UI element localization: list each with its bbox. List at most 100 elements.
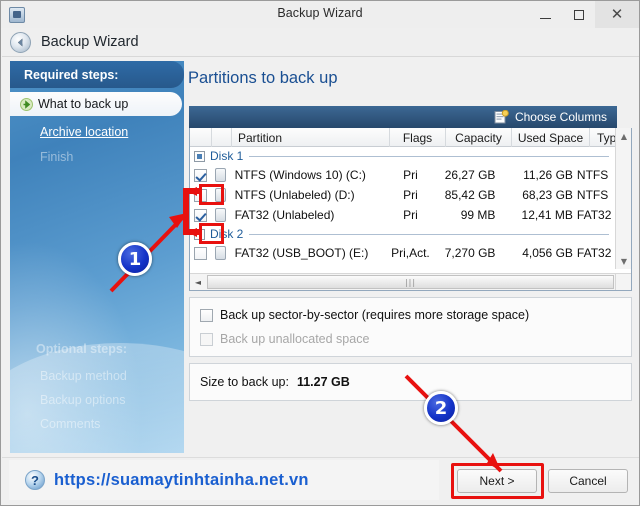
cell-used-space: 68,23 GB xyxy=(522,188,573,202)
minimize-icon xyxy=(540,17,551,19)
unallocated-space-checkbox xyxy=(200,332,213,346)
cell-used-space: 12,41 MB xyxy=(521,208,573,222)
disk-checkbox-icon[interactable] xyxy=(194,150,205,162)
help-icon[interactable]: ? xyxy=(25,470,45,490)
sidebar-item-archive-location[interactable]: Archive location xyxy=(10,120,182,144)
cancel-button[interactable]: Cancel xyxy=(548,469,628,493)
option-sector-by-sector[interactable]: Back up sector-by-sector (requires more … xyxy=(190,303,631,327)
cell-partition: NTFS (Unlabeled) (D:) xyxy=(234,188,355,202)
row-checkbox-cell[interactable] xyxy=(190,243,211,263)
choose-columns-button[interactable]: Choose Columns xyxy=(494,110,607,124)
option-label: Back up sector-by-sector (requires more … xyxy=(220,308,530,322)
columns-icon xyxy=(494,110,509,124)
table-row[interactable]: NTFS (Windows 10) (C:) Pri 26,27 GB 11,2… xyxy=(190,165,631,185)
sidebar-item-backup-options: Backup options xyxy=(10,388,182,412)
wizard-header: Backup Wizard xyxy=(2,28,639,57)
watermark-url: ? https://suamaytinhtainha.net.vn xyxy=(9,460,439,500)
group-rule xyxy=(249,233,610,235)
disk-group-label: Disk 1 xyxy=(210,149,244,163)
scroll-down-icon[interactable]: ▼ xyxy=(616,253,632,269)
annotation-badge-2: 2 xyxy=(424,391,458,425)
cell-capacity: 7,270 GB xyxy=(444,246,496,260)
table-row[interactable]: FAT32 (Unlabeled) Pri 99 MB 12,41 MB FAT… xyxy=(190,205,631,225)
sidebar-item-backup-method: Backup method xyxy=(10,364,182,388)
sidebar-item-comments: Comments xyxy=(10,412,182,436)
size-summary: Size to back up: 11.27 GB xyxy=(189,363,632,401)
cell-partition: FAT32 (USB_BOOT) (E:) xyxy=(234,246,369,260)
column-header-capacity[interactable]: Capacity xyxy=(446,128,512,147)
sidebar-item-finish: Finish xyxy=(10,145,182,169)
optional-steps-header: Optional steps: xyxy=(36,342,127,356)
size-label: Size to back up: xyxy=(200,375,289,389)
disk-group-header[interactable]: Disk 1 ▲ xyxy=(190,147,631,165)
choose-columns-bar: Choose Columns xyxy=(189,106,617,128)
back-arrow-icon[interactable] xyxy=(10,31,31,53)
size-value: 11.27 GB xyxy=(296,375,350,389)
partition-icon-cell xyxy=(211,205,230,225)
sidebar-item-label: Backup method xyxy=(40,369,127,383)
option-unallocated-space: Back up unallocated space xyxy=(190,327,631,351)
partition-icon-cell xyxy=(211,243,230,263)
cell-used-space: 4,056 GB xyxy=(522,246,573,260)
title-bar: Backup Wizard ✕ xyxy=(1,1,639,28)
scroll-up-icon[interactable]: ▲ xyxy=(616,128,632,144)
column-header-flags[interactable]: Flags xyxy=(390,128,446,147)
sidebar-item-label: Finish xyxy=(40,150,74,164)
table-row[interactable]: FAT32 (USB_BOOT) (E:) Pri,Act. 7,270 GB … xyxy=(190,243,631,263)
row-checkbox-cell[interactable] xyxy=(190,165,211,185)
partitions-table: Partition Flags Capacity Used Space Type… xyxy=(189,128,632,291)
sidebar-item-what-to-back-up[interactable]: What to back up xyxy=(10,92,182,116)
sidebar-item-label: Backup options xyxy=(40,393,126,407)
row-checkbox-cell[interactable] xyxy=(190,205,211,225)
column-header-checkbox[interactable] xyxy=(190,128,212,147)
maximize-button[interactable] xyxy=(562,1,595,28)
scroll-left-icon[interactable]: ◄ xyxy=(190,274,206,290)
close-icon: ✕ xyxy=(610,5,624,23)
group-rule xyxy=(249,155,610,157)
green-arrow-icon xyxy=(20,97,33,111)
column-header-partition[interactable]: Partition xyxy=(232,128,390,147)
cell-flags: Pri xyxy=(403,168,418,182)
table-header-row: Partition Flags Capacity Used Space Type xyxy=(190,128,631,147)
choose-columns-label: Choose Columns xyxy=(514,110,607,124)
sector-by-sector-checkbox[interactable] xyxy=(200,308,213,322)
column-header-used-space[interactable]: Used Space xyxy=(512,128,590,147)
row-checkbox[interactable] xyxy=(194,246,208,260)
partition-icon xyxy=(215,246,227,260)
url-text: https://suamaytinhtainha.net.vn xyxy=(54,470,309,489)
backup-wizard-window: Backup Wizard ✕ Backup Wizard Required s… xyxy=(0,0,640,506)
window-body: Required steps: What to back up Archive … xyxy=(2,57,639,457)
table-row[interactable]: NTFS (Unlabeled) (D:) Pri 85,42 GB 68,23… xyxy=(190,185,631,205)
cell-flags: Pri,Act. xyxy=(391,246,430,260)
sidebar-item-label: What to back up xyxy=(38,97,129,111)
annotation-badge-1: 1 xyxy=(118,242,152,276)
sidebar-item-label: Comments xyxy=(40,417,101,431)
backup-options-group: Back up sector-by-sector (requires more … xyxy=(189,297,632,357)
partition-icon xyxy=(215,168,227,182)
cell-flags: Pri xyxy=(403,208,418,222)
table-body: Disk 1 ▲ NTFS (Windows 10) (C:) Pri 26,2… xyxy=(190,147,631,267)
cell-capacity: 85,42 GB xyxy=(444,188,496,202)
main-panel: Partitions to back up Choose Columns Par… xyxy=(188,57,632,453)
hscroll-thumb[interactable]: ||| xyxy=(207,275,614,289)
window-controls: ✕ xyxy=(529,1,639,28)
cell-flags: Pri xyxy=(403,188,418,202)
partition-icon-cell xyxy=(211,165,230,185)
horizontal-scrollbar[interactable]: ◄ ||| ► xyxy=(190,273,631,290)
scrollbar-corner xyxy=(615,273,631,290)
close-button[interactable]: ✕ xyxy=(595,1,639,28)
column-header-icon[interactable] xyxy=(212,128,232,147)
next-button-highlight xyxy=(451,463,544,499)
maximize-icon xyxy=(573,9,584,20)
wizard-title: Backup Wizard xyxy=(41,34,139,50)
row-checkbox[interactable] xyxy=(194,168,208,182)
vertical-scrollbar[interactable]: ▲ ▼ xyxy=(615,128,631,269)
cell-partition: FAT32 (Unlabeled) xyxy=(234,208,335,222)
cell-partition: NTFS (Windows 10) (C:) xyxy=(234,168,366,182)
cell-capacity: 99 MB xyxy=(460,208,496,222)
option-label: Back up unallocated space xyxy=(220,332,370,346)
footer-bar: ? https://suamaytinhtainha.net.vn Next >… xyxy=(2,457,639,505)
minimize-button[interactable] xyxy=(529,1,562,28)
disk-group-header[interactable]: Disk 2 ▲ xyxy=(190,225,631,243)
row-checkbox[interactable] xyxy=(194,208,208,222)
